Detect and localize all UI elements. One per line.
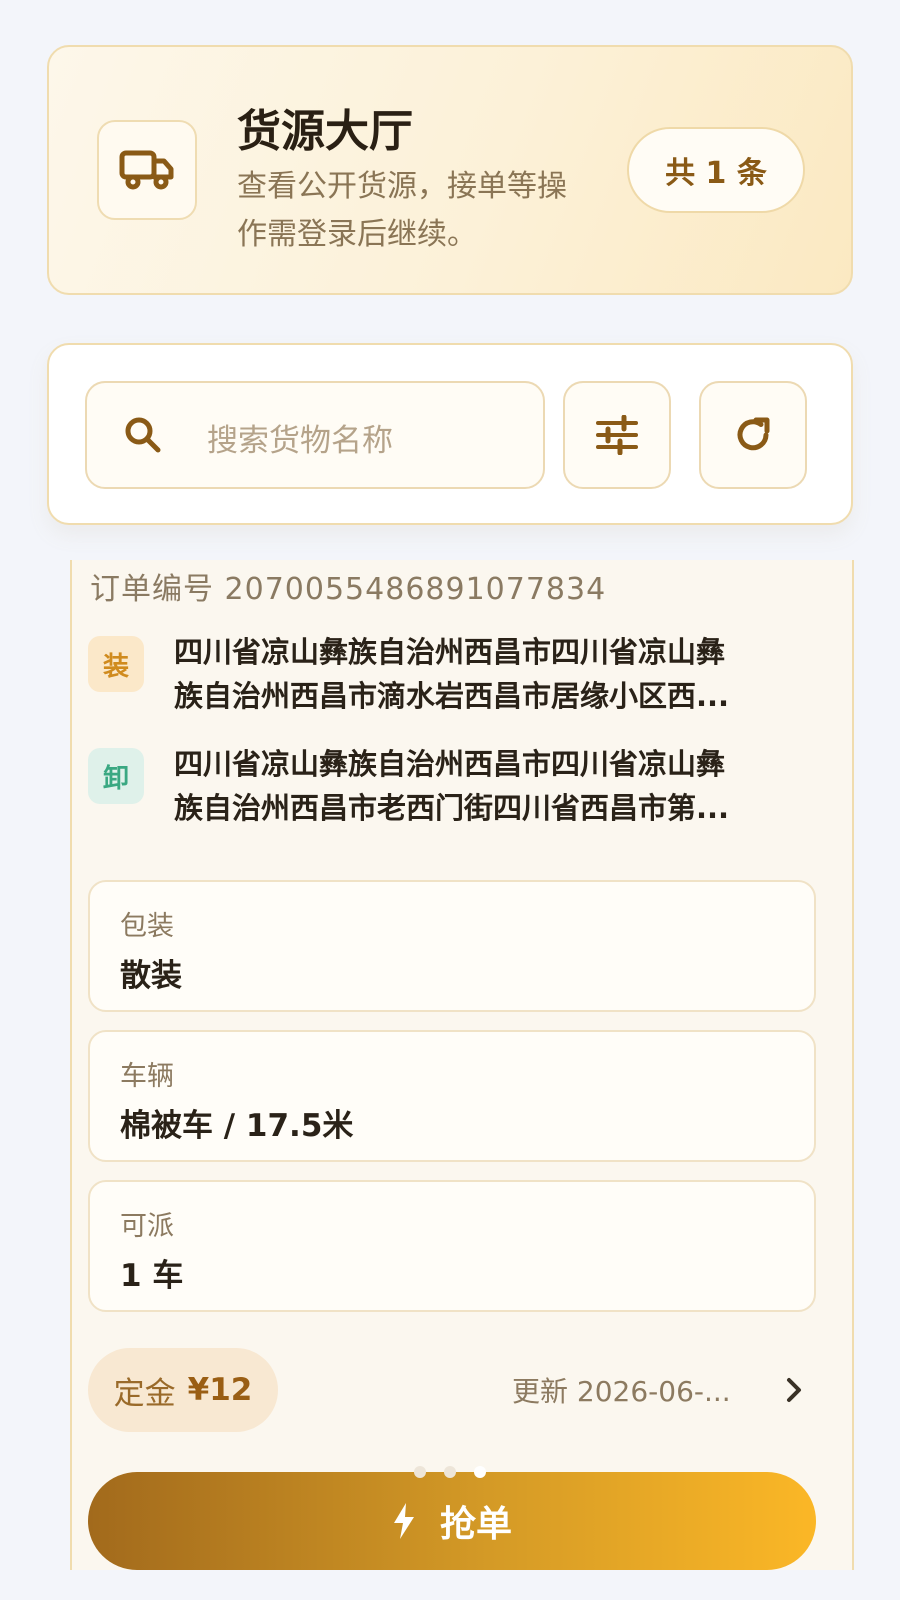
vehicle-value: 棉被车 / 17.5米: [120, 1108, 354, 1144]
pagination-dot-active[interactable]: [474, 1466, 486, 1478]
unload-address-line1: 四川省凉山彝族自治州西昌市四川省凉山彝: [174, 747, 726, 781]
load-address-line2: 族自治州西昌市滴水岩西昌市居缘小区西...: [174, 679, 730, 713]
order-card[interactable]: 订单编号 2070055486891077834 装 四川省凉山彝族自治州西昌市…: [70, 560, 854, 1570]
unload-tag: 卸: [88, 748, 144, 804]
pagination-dots: [414, 1466, 486, 1478]
header-card: 货源大厅 查看公开货源，接单等操作需登录后继续。 共 1 条: [47, 45, 853, 295]
unload-address-line2: 族自治州西昌市老西门街四川省西昌市第...: [174, 791, 730, 825]
updated-time: 更新 2026-06-...: [512, 1375, 731, 1408]
filter-button[interactable]: [563, 381, 671, 489]
grab-order-button[interactable]: 抢单: [88, 1472, 816, 1570]
packaging-value: 散装: [120, 958, 182, 994]
order-number: 订单编号 2070055486891077834: [90, 572, 607, 607]
unload-address: 四川省凉山彝族自治州西昌市四川省凉山彝 族自治州西昌市老西门街四川省西昌市第..…: [174, 742, 804, 830]
load-address: 四川省凉山彝族自治州西昌市四川省凉山彝 族自治州西昌市滴水岩西昌市居缘小区西..…: [174, 630, 804, 718]
chevron-right-icon[interactable]: [784, 1376, 804, 1404]
dispatch-box: 可派 1 车: [88, 1180, 816, 1312]
lightning-icon: [393, 1503, 414, 1539]
count-badge: 共 1 条: [627, 127, 805, 213]
refresh-button[interactable]: [699, 381, 807, 489]
pagination-dot[interactable]: [444, 1466, 456, 1478]
deposit-badge: 定金 ¥12: [88, 1348, 278, 1432]
truck-icon: [119, 150, 174, 190]
vehicle-label: 车辆: [120, 1061, 174, 1092]
search-panel: 搜索货物名称: [47, 343, 853, 525]
search-icon: [125, 417, 161, 453]
dispatch-label: 可派: [120, 1211, 174, 1242]
dispatch-value: 1 车: [120, 1258, 184, 1294]
load-address-line1: 四川省凉山彝族自治州西昌市四川省凉山彝: [174, 635, 726, 669]
deposit-amount: ¥12: [187, 1372, 253, 1408]
page-description: 查看公开货源，接单等操作需登录后继续。: [237, 169, 567, 252]
sliders-icon: [596, 415, 638, 455]
packaging-box: 包装 散装: [88, 880, 816, 1012]
packaging-label: 包装: [120, 911, 174, 942]
truck-icon-box: [97, 120, 197, 220]
search-placeholder: 搜索货物名称: [207, 423, 393, 459]
search-input[interactable]: 搜索货物名称: [85, 381, 545, 489]
pagination-dot[interactable]: [414, 1466, 426, 1478]
load-tag: 装: [88, 636, 144, 692]
page-title: 货源大厅: [237, 106, 413, 157]
deposit-label: 定金: [113, 1375, 176, 1412]
vehicle-box: 车辆 棉被车 / 17.5米: [88, 1030, 816, 1162]
refresh-icon: [737, 417, 770, 451]
grab-order-label: 抢单: [439, 1504, 512, 1545]
